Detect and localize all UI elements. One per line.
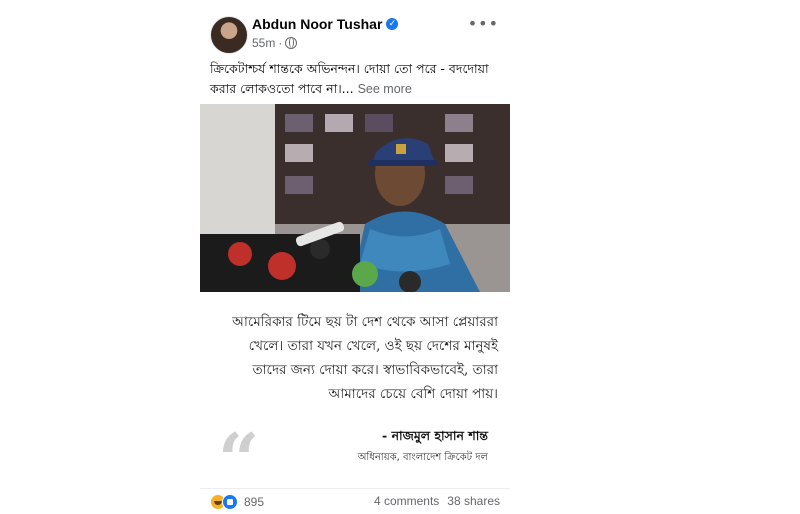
author-avatar[interactable] [210,16,248,54]
reaction-summary[interactable]: 895 [210,494,264,510]
quote-text: আমেরিকার টিমে ছয় টা দেশ থেকে আসা প্লেয়… [232,314,498,402]
like-reaction-icon [222,494,238,510]
post-time[interactable]: 55m [252,36,275,50]
post-caption: ক্রিকেটাশ্চর্য শান্তকে অভিনন্দন। দোয়া ত… [210,59,500,99]
facebook-post: Abdun Noor Tushar ✓ 55m · ••• ক্রিকেটাশ্… [200,0,510,514]
comments-link[interactable]: 4 comments [374,494,439,508]
globe-icon [285,37,298,49]
caption-text: ক্রিকেটাশ্চর্য শান্তকে অভিনন্দন। দোয়া ত… [210,61,489,96]
verified-icon: ✓ [386,18,399,30]
author-name-row: Abdun Noor Tushar ✓ [252,16,399,32]
post-header: Abdun Noor Tushar ✓ 55m · ••• [210,14,505,54]
reaction-count: 895 [244,495,265,509]
quote-mark-icon: “ [218,417,260,502]
post-meta: 55m · [252,36,298,50]
engagement-counts: 4 comments 38 shares [374,494,500,508]
shares-link[interactable]: 38 shares [447,494,500,508]
author-name[interactable]: Abdun Noor Tushar [252,16,382,32]
see-more-link[interactable]: See more [358,82,412,96]
quote-card: আমেরিকার টিমে ছয় টা দেশ থেকে আসা প্লেয়… [200,292,510,496]
press-conference-photo [200,104,510,292]
post-photo[interactable] [200,104,510,292]
post-footer: 895 4 comments 38 shares [200,488,510,513]
quote-author: - নাজমুল হাসান শান্ত [382,428,488,443]
more-options-icon[interactable]: ••• [468,14,499,33]
quote-author-role: অধিনায়ক, বাংলাদেশ ক্রিকেট দল [357,452,488,463]
